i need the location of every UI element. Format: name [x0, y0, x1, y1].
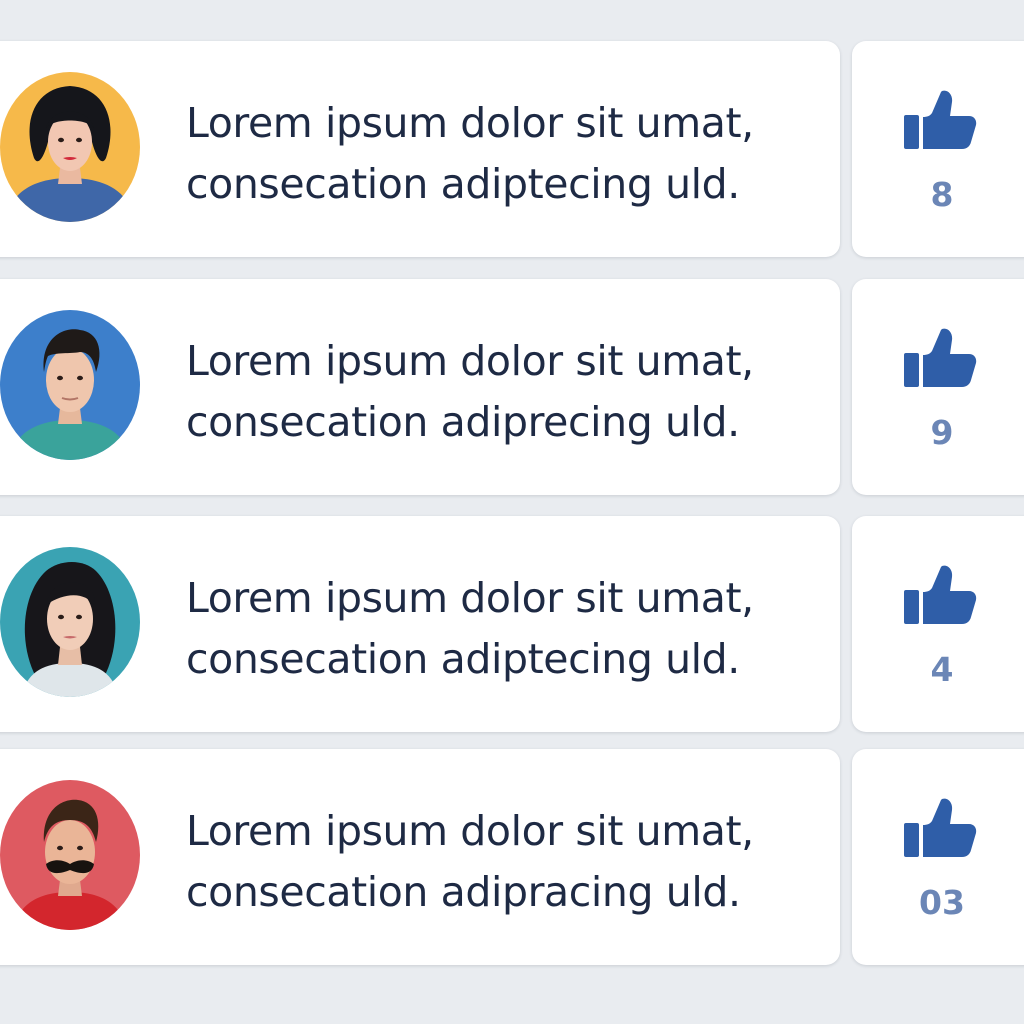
thumbs-up-icon — [904, 90, 977, 149]
post-card[interactable]: Lorem ipsum dolor sit umat, consecation … — [0, 749, 840, 965]
post-text-line: Lorem ipsum dolor sit umat, — [186, 337, 754, 385]
post-text-line: Lorem ipsum dolor sit umat, — [186, 99, 754, 147]
avatar-woman-long-dark-hair-icon — [0, 547, 140, 697]
like-panel: 8 — [852, 41, 1024, 257]
avatar-man-mustache-icon — [0, 780, 140, 930]
like-button[interactable] — [904, 89, 980, 159]
post-card[interactable]: Lorem ipsum dolor sit umat, consecation … — [0, 516, 840, 732]
like-count: 9 — [930, 413, 954, 452]
thumbs-up-icon — [904, 565, 977, 624]
post-card[interactable]: Lorem ipsum dolor sit umat, consecation … — [0, 41, 840, 257]
like-panel: 4 — [852, 516, 1024, 732]
avatar-young-man-icon — [0, 310, 140, 460]
post-text-line: consecation adipracing uld. — [186, 868, 741, 916]
like-panel: 03 — [852, 749, 1024, 965]
avatar-woman-short-dark-hair-icon — [0, 72, 140, 222]
like-button[interactable] — [904, 564, 980, 634]
post-text-line: consecation adiprecing uld. — [186, 398, 740, 446]
like-button[interactable] — [904, 797, 980, 867]
thumbs-up-icon — [904, 798, 977, 857]
avatar[interactable] — [0, 310, 140, 460]
feed-row: Lorem ipsum dolor sit umat, consecation … — [0, 279, 1024, 495]
avatar[interactable] — [0, 72, 140, 222]
avatar[interactable] — [0, 780, 140, 930]
post-card[interactable]: Lorem ipsum dolor sit umat, consecation … — [0, 279, 840, 495]
post-feed: Lorem ipsum dolor sit umat, consecation … — [0, 0, 1024, 1024]
feed-row: Lorem ipsum dolor sit umat, consecation … — [0, 516, 1024, 732]
post-text-line: consecation adiptecing uld. — [186, 160, 740, 208]
post-text: Lorem ipsum dolor sit umat, consecation … — [186, 568, 816, 690]
like-count: 4 — [930, 650, 954, 689]
post-text-line: consecation adiptecing uld. — [186, 635, 740, 683]
like-panel: 9 — [852, 279, 1024, 495]
like-count: 03 — [919, 883, 965, 922]
post-text-line: Lorem ipsum dolor sit umat, — [186, 574, 754, 622]
post-text: Lorem ipsum dolor sit umat, consecation … — [186, 801, 816, 923]
post-text-line: Lorem ipsum dolor sit umat, — [186, 807, 754, 855]
feed-row: Lorem ipsum dolor sit umat, consecation … — [0, 749, 1024, 965]
thumbs-up-icon — [904, 328, 977, 387]
like-count: 8 — [930, 175, 954, 214]
post-text: Lorem ipsum dolor sit umat, consecation … — [186, 93, 816, 215]
post-text: Lorem ipsum dolor sit umat, consecation … — [186, 331, 816, 453]
avatar[interactable] — [0, 547, 140, 697]
like-button[interactable] — [904, 327, 980, 397]
feed-row: Lorem ipsum dolor sit umat, consecation … — [0, 41, 1024, 257]
